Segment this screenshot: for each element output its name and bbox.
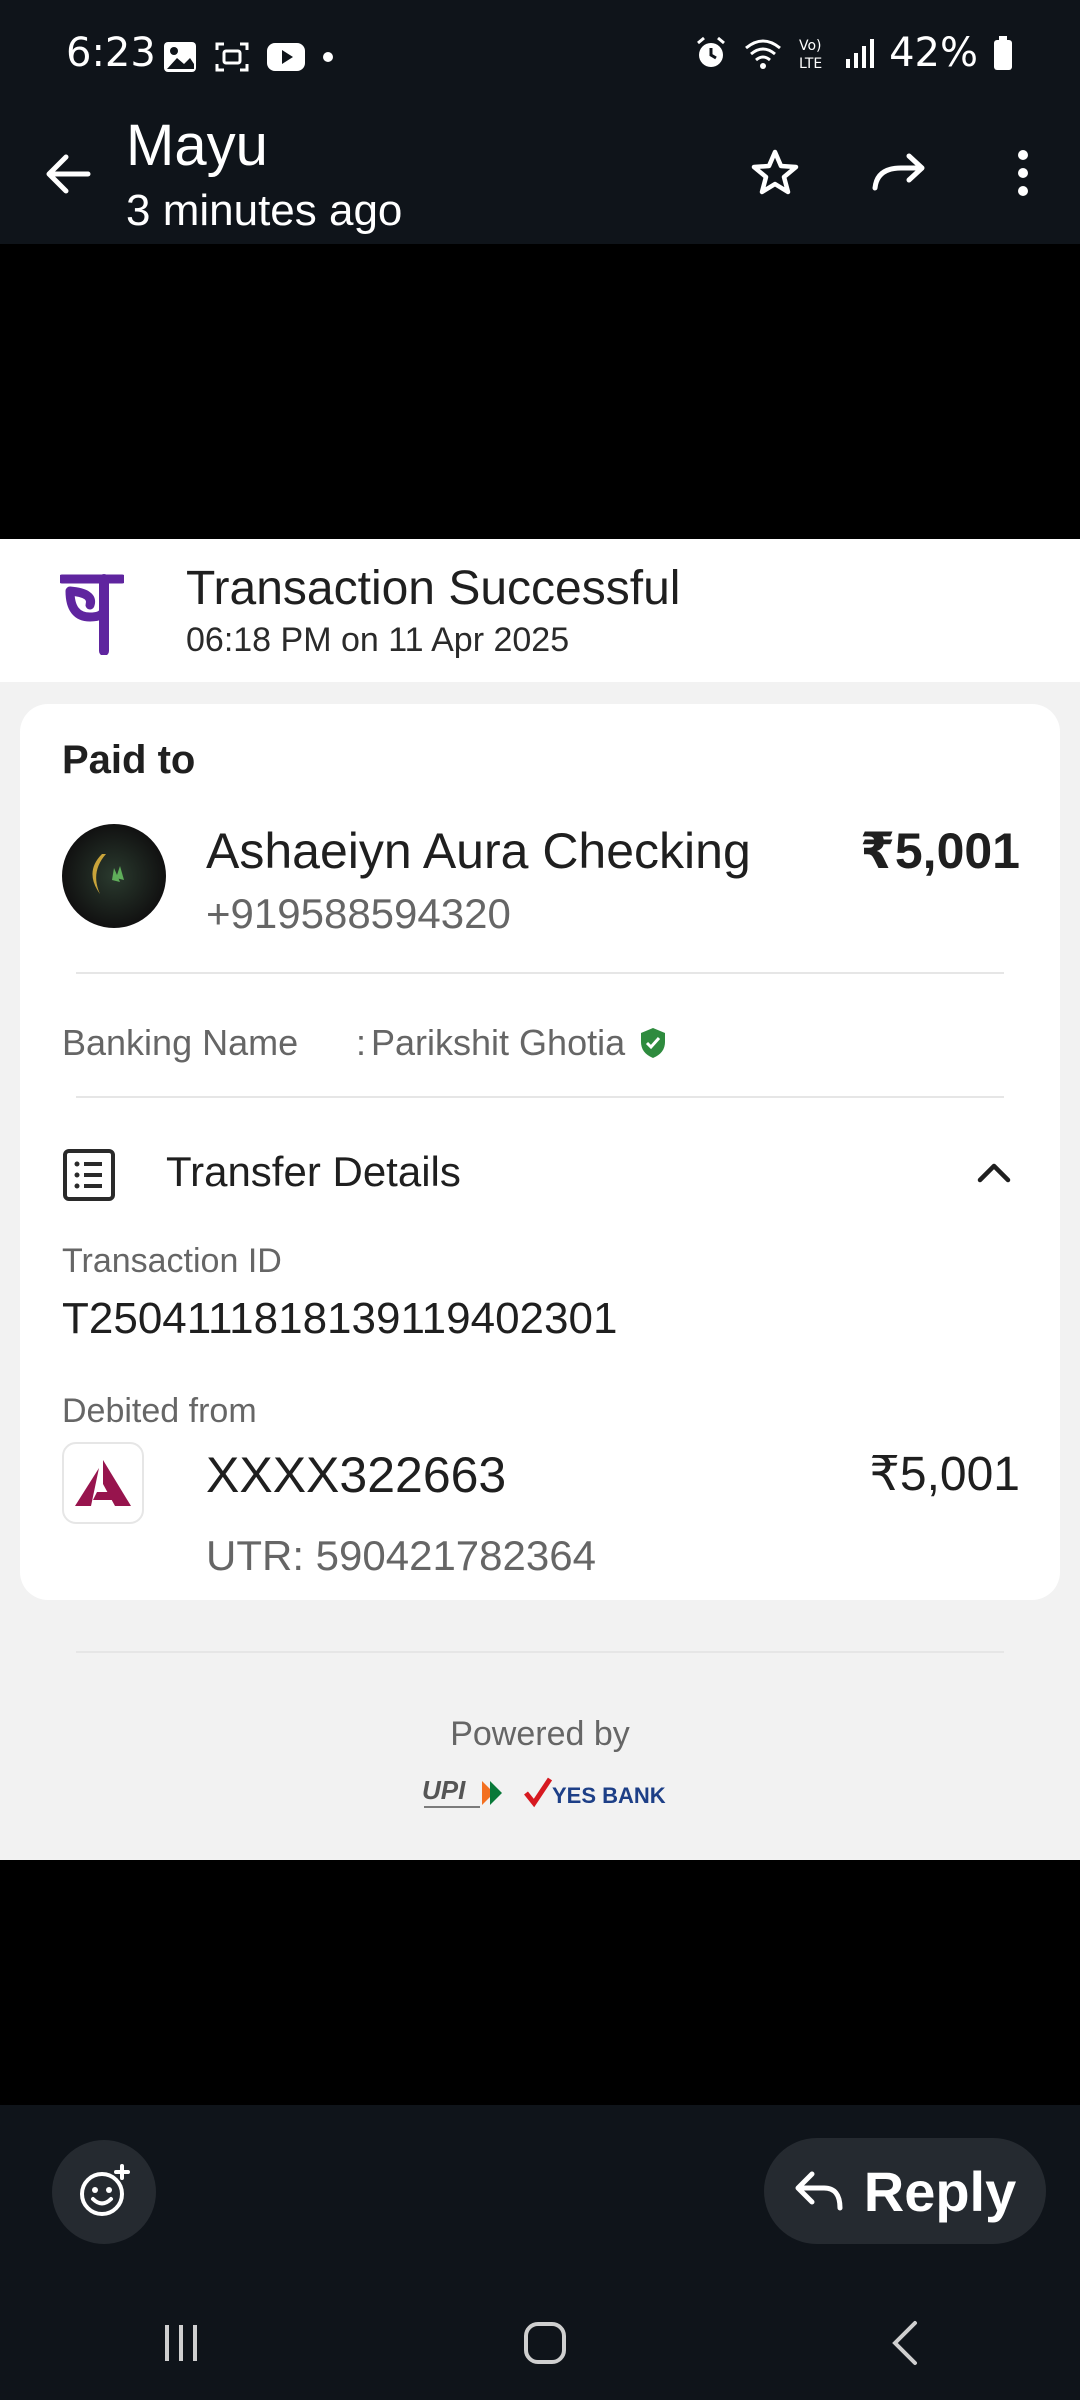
status-bar: 6:23 Vo) LTE 42% [0, 0, 1080, 120]
back-button[interactable] [36, 142, 100, 206]
sender-name: Mayu [126, 113, 268, 178]
paid-to-label: Paid to [62, 738, 196, 782]
powered-by-label: Powered by [450, 1715, 630, 1753]
screenshot-icon [215, 42, 249, 72]
banking-name-label: Banking Name [62, 1022, 299, 1063]
home-button[interactable] [523, 2321, 567, 2370]
svg-text:Vo): Vo) [799, 38, 822, 54]
axis-bank-icon [75, 1460, 131, 1506]
banking-name-text: Parikshit Ghotia [371, 1022, 626, 1063]
payee-name: Ashaeiyn Aura Checking [206, 823, 751, 879]
home-icon [524, 2321, 566, 2364]
transfer-details-title: Transfer Details [166, 1148, 461, 1195]
transaction-id-label: Transaction ID [62, 1242, 282, 1280]
debited-from-label: Debited from [62, 1392, 257, 1430]
star-icon [751, 149, 799, 195]
wifi-icon [745, 39, 782, 69]
axis-bank-logo [62, 1442, 144, 1524]
debit-account-number: XXXX322663 [206, 1447, 507, 1503]
battery-percent: 42% [889, 30, 978, 76]
divider [76, 1651, 1004, 1653]
reply-arrow-icon [795, 2171, 843, 2211]
forward-icon [872, 153, 925, 191]
paid-to-card: Paid to Ashaeiyn Aura Checking +91958859… [20, 704, 1060, 1192]
star-button[interactable] [738, 136, 812, 210]
divider [76, 972, 1004, 974]
utr-number: UTR: 590421782364 [206, 1532, 596, 1579]
youtube-icon [267, 43, 305, 71]
payee-avatar [62, 824, 166, 928]
volte-icon: Vo) LTE [799, 38, 822, 71]
recents-icon [165, 2324, 197, 2361]
banking-name-colon: : [356, 1022, 367, 1063]
chevron-left-icon [892, 2320, 917, 2365]
transfer-details-section: Transfer Details Transaction ID T2504111… [20, 1124, 1060, 1600]
arrow-left-icon [46, 154, 91, 194]
system-navigation-bar [0, 2300, 1080, 2390]
reply-button[interactable]: Reply [764, 2138, 1046, 2244]
system-status: Vo) LTE 42% [693, 30, 1014, 76]
chevron-up-icon [977, 1163, 1011, 1183]
receipt-image[interactable]: Transaction Successful 06:18 PM on 11 Ap… [0, 539, 1080, 1860]
reply-label: Reply [863, 2159, 1017, 2223]
transaction-header: Transaction Successful 06:18 PM on 11 Ap… [0, 539, 1080, 682]
yes-bank-logo-text: YES BANK [552, 1783, 666, 1808]
more-options-button[interactable] [986, 136, 1060, 210]
transaction-id-value: T2504111818139119402301 [62, 1294, 618, 1343]
divider [76, 1096, 1004, 1098]
phonepe-logo-icon [60, 574, 124, 655]
battery-icon [994, 36, 1012, 70]
upi-logo-icon: UPI [422, 1775, 502, 1808]
react-emoji-button[interactable] [52, 2140, 156, 2244]
upi-logo-text: UPI [422, 1775, 466, 1805]
debit-amount: ₹5,001 [869, 1448, 1020, 1501]
recent-apps-button[interactable] [161, 2323, 201, 2368]
payee-phone: +919588594320 [206, 890, 511, 937]
signal-icon [846, 39, 875, 68]
transaction-datetime: 06:18 PM on 11 Apr 2025 [186, 621, 570, 659]
forward-button[interactable] [862, 136, 936, 210]
notification-icons [162, 40, 334, 74]
receipt-list-icon [63, 1149, 115, 1201]
verified-shield-icon [641, 1028, 666, 1058]
image-letterbox-top [0, 244, 1080, 539]
paid-amount: ₹5,001 [860, 823, 1020, 879]
more-vert-icon [1018, 150, 1028, 196]
image-letterbox-bottom [0, 1860, 1080, 2105]
alarm-icon [697, 36, 726, 67]
system-back-button[interactable] [889, 2319, 919, 2372]
powered-by-section: Powered by [0, 1715, 1080, 1754]
dot-icon [323, 52, 333, 62]
svg-text:LTE: LTE [799, 56, 822, 71]
transaction-status: Transaction Successful [186, 562, 681, 615]
yes-bank-logo-icon: YES BANK [524, 1777, 666, 1808]
message-header: Mayu 3 minutes ago [0, 112, 1080, 244]
gallery-icon [164, 42, 196, 72]
banking-name-value: Parikshit Ghotia [371, 1022, 667, 1064]
status-time: 6:23 [66, 30, 156, 76]
partner-logos: UPI YES BANK [420, 1773, 674, 1813]
payee-logo-icon [92, 854, 124, 894]
message-timestamp: 3 minutes ago [126, 186, 403, 235]
bottom-action-bar: Reply [0, 2105, 1080, 2400]
add-reaction-icon [80, 2164, 130, 2216]
